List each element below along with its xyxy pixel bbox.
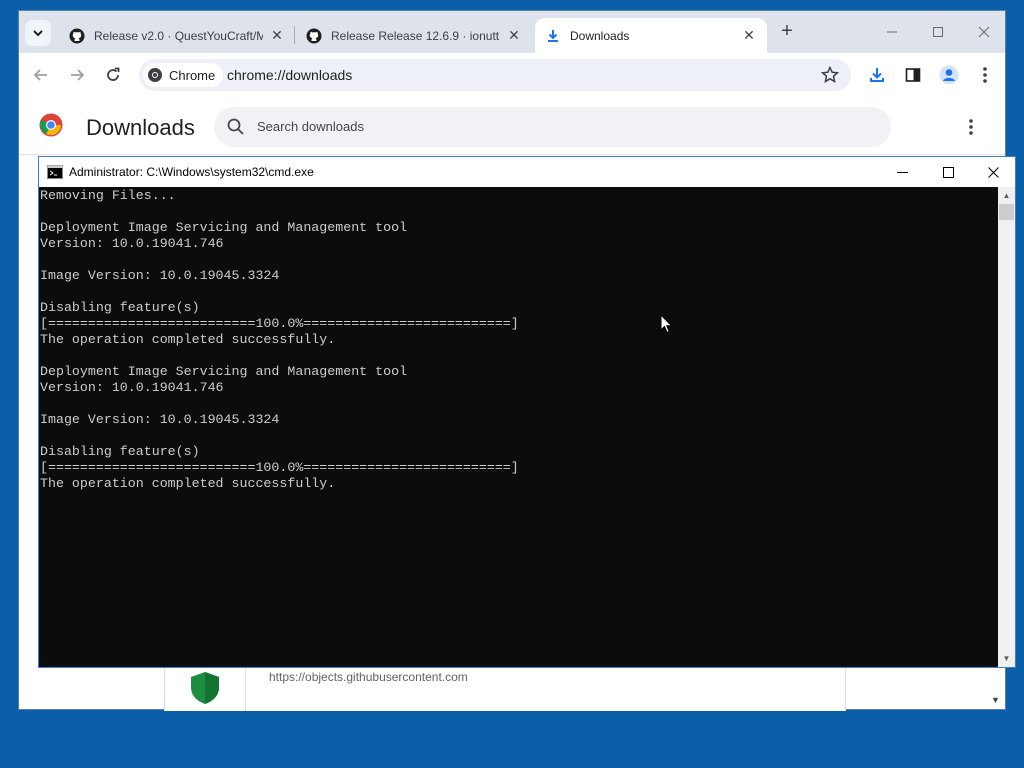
tab-title: Downloads bbox=[570, 28, 630, 43]
side-panel-button[interactable] bbox=[901, 63, 925, 87]
downloads-toolbar-button[interactable] bbox=[865, 63, 889, 87]
console-line: Removing Files... bbox=[40, 188, 176, 203]
scroll-up-arrow[interactable]: ▲ bbox=[998, 187, 1015, 204]
close-icon[interactable]: ✕ bbox=[741, 27, 757, 44]
scrollbar-thumb[interactable] bbox=[999, 204, 1014, 220]
maximize-icon bbox=[933, 27, 943, 37]
cmd-icon bbox=[47, 165, 63, 179]
arrow-left-icon bbox=[33, 69, 47, 81]
github-icon bbox=[69, 28, 85, 44]
chrome-logo-icon bbox=[39, 113, 63, 137]
close-icon[interactable]: ✕ bbox=[506, 27, 522, 44]
close-window-button[interactable] bbox=[961, 19, 1007, 45]
bookmark-star-button[interactable] bbox=[819, 64, 841, 86]
console-line: The operation completed successfully. bbox=[40, 332, 336, 347]
console-line: Version: 10.0.19041.746 bbox=[40, 236, 224, 251]
maximize-button[interactable] bbox=[915, 19, 961, 45]
scroll-down-arrow[interactable]: ▼ bbox=[998, 650, 1015, 667]
tab-search-button[interactable] bbox=[25, 20, 51, 46]
console-output[interactable]: Removing Files... Deployment Image Servic… bbox=[39, 187, 1000, 667]
page-title: Downloads bbox=[86, 115, 195, 140]
chrome-icon bbox=[148, 68, 162, 82]
mouse-cursor-icon bbox=[660, 314, 673, 334]
browser-toolbar: Chrome chrome://downloads bbox=[19, 53, 1005, 97]
search-placeholder: Search downloads bbox=[257, 119, 364, 134]
side-panel-icon bbox=[905, 68, 921, 82]
avatar-icon bbox=[939, 65, 959, 85]
console-line: Disabling feature(s) bbox=[40, 300, 200, 315]
console-line: Version: 10.0.19041.746 bbox=[40, 380, 224, 395]
cmd-title-bar[interactable]: Administrator: C:\Windows\system32\cmd.e… bbox=[39, 157, 1015, 187]
back-button[interactable] bbox=[29, 63, 53, 87]
url-text[interactable]: chrome://downloads bbox=[227, 67, 352, 83]
cmd-window: Administrator: C:\Windows\system32\cmd.e… bbox=[38, 156, 1016, 668]
chrome-menu-button[interactable] bbox=[973, 63, 997, 87]
console-line: The operation completed successfully. bbox=[40, 476, 336, 491]
new-tab-button[interactable]: + bbox=[777, 21, 797, 42]
search-downloads-input[interactable]: Search downloads bbox=[214, 107, 891, 147]
console-line: [==========================100.0%=======… bbox=[40, 460, 519, 475]
github-icon bbox=[306, 28, 322, 44]
forward-button[interactable] bbox=[65, 63, 89, 87]
more-vert-icon bbox=[969, 119, 973, 135]
chip-label: Chrome bbox=[169, 67, 216, 83]
page-scroll-down-arrow[interactable]: ▼ bbox=[991, 695, 1000, 705]
cmd-window-title: Administrator: C:\Windows\system32\cmd.e… bbox=[69, 165, 314, 179]
console-scrollbar[interactable]: ▲ ▼ bbox=[998, 187, 1015, 667]
downloads-more-actions-button[interactable] bbox=[961, 117, 981, 137]
tab-release-12-6-9[interactable]: Release Release 12.6.9 · ionutth ✕ bbox=[296, 18, 532, 53]
address-bar[interactable]: Chrome chrome://downloads bbox=[139, 59, 851, 91]
tab-title: Release Release 12.6.9 · ionutth bbox=[331, 28, 500, 43]
tab-strip: Release v2.0 · QuestYouCraft/M ✕ Release… bbox=[19, 11, 1005, 53]
tab-separator bbox=[294, 26, 295, 44]
star-icon bbox=[821, 66, 839, 84]
console-line: Deployment Image Servicing and Managemen… bbox=[40, 220, 408, 235]
minimize-icon bbox=[896, 171, 908, 173]
tab-title: Release v2.0 · QuestYouCraft/M bbox=[94, 28, 263, 43]
more-vert-icon bbox=[983, 67, 987, 83]
shield-icon bbox=[191, 672, 219, 704]
tab-release-questyoucraft[interactable]: Release v2.0 · QuestYouCraft/M ✕ bbox=[59, 18, 295, 53]
close-icon[interactable]: ✕ bbox=[269, 27, 285, 44]
download-icon bbox=[545, 28, 561, 44]
arrow-right-icon bbox=[71, 69, 85, 81]
reload-button[interactable] bbox=[101, 63, 125, 87]
site-info-chip[interactable]: Chrome bbox=[143, 63, 224, 87]
tab-downloads[interactable]: Downloads ✕ bbox=[535, 18, 767, 53]
close-icon bbox=[978, 26, 990, 38]
search-icon bbox=[227, 118, 244, 135]
console-line: Deployment Image Servicing and Managemen… bbox=[40, 364, 408, 379]
close-icon bbox=[987, 166, 999, 178]
console-line: Disabling feature(s) bbox=[40, 444, 200, 459]
cmd-close-button[interactable] bbox=[970, 157, 1016, 187]
download-source-url[interactable]: https://objects.githubusercontent.com bbox=[269, 670, 468, 684]
console-line: Image Version: 10.0.19045.3324 bbox=[40, 268, 280, 283]
console-line: [==========================100.0%=======… bbox=[40, 316, 519, 331]
profile-button[interactable] bbox=[937, 63, 961, 87]
cmd-maximize-button[interactable] bbox=[925, 157, 971, 187]
minimize-button[interactable] bbox=[869, 19, 915, 45]
minimize-icon bbox=[887, 31, 897, 33]
reload-icon bbox=[107, 67, 120, 81]
maximize-icon bbox=[942, 166, 954, 178]
cmd-minimize-button[interactable] bbox=[879, 157, 925, 187]
chevron-down-icon bbox=[33, 30, 43, 37]
download-icon bbox=[870, 68, 884, 82]
downloads-header: Downloads Search downloads bbox=[19, 97, 1005, 155]
console-line: Image Version: 10.0.19045.3324 bbox=[40, 412, 280, 427]
